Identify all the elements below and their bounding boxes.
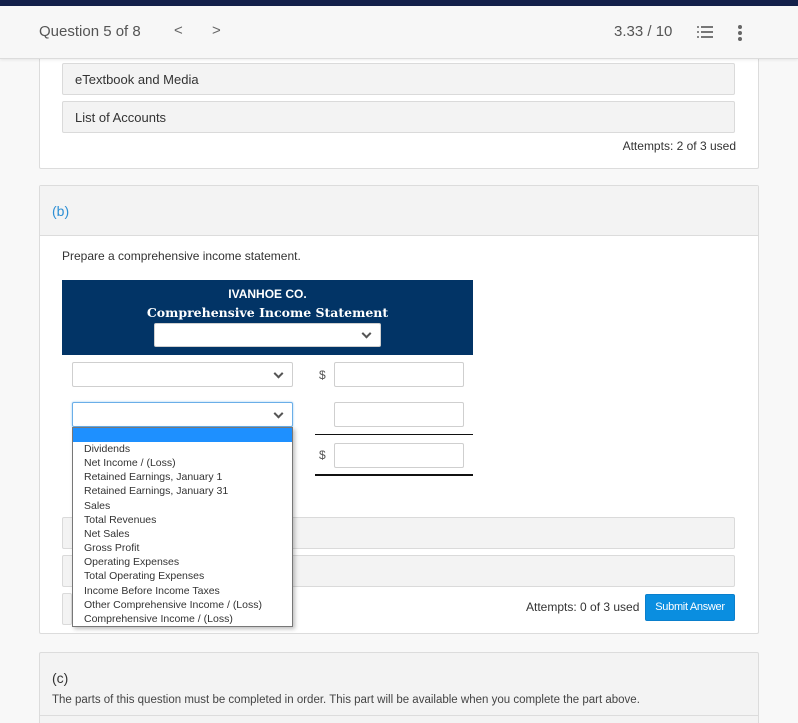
divider (40, 715, 758, 716)
part-c-card: (c) The parts of this question must be c… (39, 652, 759, 723)
part-c-locked-message: The parts of this question must be compl… (52, 694, 640, 706)
list-of-accounts-link[interactable]: List of Accounts (62, 101, 735, 133)
attempts-counter-a: Attempts: 2 of 3 used (622, 139, 736, 153)
attempts-counter-b: Attempts: 0 of 3 used (526, 600, 640, 614)
dropdown-option-blank[interactable] (73, 428, 292, 442)
question-counter: Question 5 of 8 (39, 23, 141, 40)
numbered-list-icon[interactable] (697, 25, 713, 39)
part-b-header: (b) (40, 186, 758, 236)
amount-input-row-1[interactable] (334, 362, 464, 387)
subtotal-rule (315, 434, 473, 435)
instruction-text: Prepare a comprehensive income statement… (62, 249, 301, 263)
total-double-rule (315, 474, 473, 476)
dropdown-option[interactable]: Income Before Income Taxes (73, 584, 292, 598)
dropdown-option[interactable]: Net Sales (73, 527, 292, 541)
dropdown-option[interactable]: Net Income / (Loss) (73, 456, 292, 470)
part-b-label: (b) (52, 203, 70, 219)
dollar-sign: $ (319, 448, 326, 462)
account-dropdown-list[interactable]: Dividends Net Income / (Loss) Retained E… (72, 427, 293, 627)
submit-answer-button[interactable]: Submit Answer (645, 594, 735, 621)
part-c-label: (c) (52, 670, 69, 686)
dropdown-option[interactable]: Total Operating Expenses (73, 569, 292, 583)
dropdown-option[interactable]: Total Revenues (73, 513, 292, 527)
dropdown-option[interactable]: Retained Earnings, January 31 (73, 484, 292, 498)
account-select-row-1[interactable] (72, 362, 293, 387)
dropdown-option[interactable]: Other Comprehensive Income / (Loss) (73, 598, 292, 612)
more-vertical-icon[interactable] (738, 25, 742, 41)
statement-title: Comprehensive Income Statement (146, 305, 389, 320)
chevron-right-icon[interactable]: > (212, 22, 221, 39)
amount-input-row-3[interactable] (334, 443, 464, 468)
statement-date-select[interactable] (154, 323, 381, 347)
account-select-row-2[interactable] (72, 402, 293, 427)
chevron-down-icon (273, 408, 284, 419)
amount-input-row-2[interactable] (334, 402, 464, 427)
chevron-down-icon (361, 328, 372, 339)
etextbook-media-link[interactable]: eTextbook and Media (62, 63, 735, 95)
question-header: Question 5 of 8 < > 3.33 / 10 (0, 6, 798, 59)
part-b-resource-link-3[interactable] (62, 593, 72, 625)
dropdown-option[interactable]: Retained Earnings, January 1 (73, 470, 292, 484)
score-display: 3.33 / 10 (614, 23, 673, 40)
dropdown-option[interactable]: Sales (73, 499, 292, 513)
dropdown-option[interactable]: Comprehensive Income / (Loss) (73, 612, 292, 626)
dollar-sign: $ (319, 368, 326, 382)
dropdown-option[interactable]: Dividends (73, 442, 292, 456)
dropdown-option[interactable]: Gross Profit (73, 541, 292, 555)
chevron-left-icon[interactable]: < (174, 22, 183, 39)
chevron-down-icon (273, 368, 284, 379)
company-name: IVANHOE CO. (228, 287, 307, 301)
dropdown-option[interactable]: Operating Expenses (73, 555, 292, 569)
